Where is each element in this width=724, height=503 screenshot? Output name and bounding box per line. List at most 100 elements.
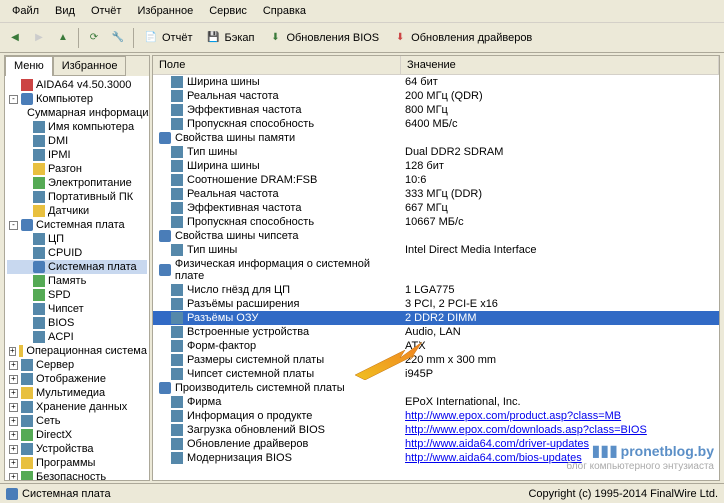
value-cell: 200 МГц (QDR) [401,90,719,102]
link[interactable]: http://www.epox.com/downloads.asp?class=… [405,424,647,436]
expander-icon[interactable]: + [9,417,18,426]
data-row[interactable]: Эффективная частота800 МГц [153,103,719,117]
tree-item[interactable]: +Хранение данных [7,400,147,414]
grid-body[interactable]: Ширина шины64 битРеальная частота200 МГц… [153,75,719,480]
tree-item[interactable]: IPMI [7,148,147,162]
tree-item[interactable]: Имя компьютера [7,120,147,134]
data-row[interactable]: Пропускная способность6400 МБ/с [153,117,719,131]
tree-item[interactable]: Электропитание [7,176,147,190]
data-row[interactable]: Ширина шины64 бит [153,75,719,89]
watermark-sub: блог компьютерного энтузиаста [566,461,714,472]
expander-icon[interactable]: + [9,361,18,370]
tree-item[interactable]: Память [7,274,147,288]
field-label: Число гнёзд для ЦП [187,284,290,296]
data-row[interactable]: Чипсет системной платыi945P [153,367,719,381]
data-row[interactable]: Загрузка обновлений BIOShttp://www.epox.… [153,423,719,437]
up-button[interactable]: ▲ [52,27,74,49]
expander-icon[interactable]: - [9,95,18,104]
tree-item[interactable]: Суммарная информация [7,106,147,120]
tree-item[interactable]: SPD [7,288,147,302]
tree-item[interactable]: -Компьютер [7,92,147,106]
data-row[interactable]: Соотношение DRAM:FSB10:6 [153,173,719,187]
menu-item[interactable]: Сервис [201,2,255,20]
tree-item[interactable]: +Программы [7,456,147,470]
expander-icon[interactable]: + [9,431,18,440]
tree-item[interactable]: +Отображение [7,372,147,386]
backup-button[interactable]: 💾Бэкап [200,27,260,49]
tree-item[interactable]: DMI [7,134,147,148]
data-row[interactable]: Тип шиныIntel Direct Media Interface [153,243,719,257]
menu-item[interactable]: Отчёт [83,2,129,20]
data-row[interactable]: Тип шиныDual DDR2 SDRAM [153,145,719,159]
data-row[interactable]: Встроенные устройстваAudio, LAN [153,325,719,339]
tree-item[interactable]: +Сеть [7,414,147,428]
column-field[interactable]: Поле [153,56,401,74]
data-row[interactable]: Реальная частота333 МГц (DDR) [153,187,719,201]
data-row[interactable]: Число гнёзд для ЦП1 LGA775 [153,283,719,297]
back-button[interactable]: ◀ [4,27,26,49]
tree-item[interactable]: AIDA64 v4.50.3000 [7,78,147,92]
tree-item[interactable]: +Устройства [7,442,147,456]
data-row[interactable]: Разъёмы расширения3 PCI, 2 PCI-E x16 [153,297,719,311]
tab-favorites[interactable]: Избранное [53,56,127,76]
bios-update-button[interactable]: ⬇Обновления BIOS [262,27,385,49]
menu-item[interactable]: Вид [47,2,83,20]
tree-item[interactable]: +Операционная система [7,344,147,358]
navigation-tree[interactable]: AIDA64 v4.50.3000-КомпьютерСуммарная инф… [5,76,149,480]
tools-button[interactable]: 🔧 [107,27,129,49]
section-row[interactable]: Физическая информация о системной плате [153,257,719,283]
expander-icon[interactable]: + [9,403,18,412]
tree-item-label: Безопасность [36,471,106,480]
column-value[interactable]: Значение [401,56,719,74]
expander-icon[interactable]: + [9,445,18,454]
tree-item[interactable]: CPUID [7,246,147,260]
data-row[interactable]: Пропускная способность10667 МБ/с [153,215,719,229]
link[interactable]: http://www.aida64.com/driver-updates [405,438,589,450]
data-row[interactable]: Реальная частота200 МГц (QDR) [153,89,719,103]
data-row[interactable]: Разъёмы ОЗУ2 DDR2 DIMM [153,311,719,325]
tree-item[interactable]: ЦП [7,232,147,246]
tree-item[interactable]: BIOS [7,316,147,330]
data-row[interactable]: ФирмаEPoX International, Inc. [153,395,719,409]
row-icon [171,340,183,352]
tree-item[interactable]: ACPI [7,330,147,344]
tree-item-label: Электропитание [48,177,132,189]
driver-update-button[interactable]: ⬇Обновления драйверов [387,27,538,49]
tab-menu[interactable]: Меню [5,56,53,76]
tree-item[interactable]: Разгон [7,162,147,176]
tree-item[interactable]: Системная плата [7,260,147,274]
link[interactable]: http://www.aida64.com/bios-updates [405,452,582,464]
forward-button[interactable]: ▶ [28,27,50,49]
report-button[interactable]: 📄Отчёт [138,27,198,49]
tree-item[interactable]: +Мультимедиа [7,386,147,400]
section-row[interactable]: Свойства шины памяти [153,131,719,145]
section-row[interactable]: Производитель системной платы [153,381,719,395]
tree-item[interactable]: Портативный ПК [7,190,147,204]
expander-icon[interactable]: + [9,473,18,481]
refresh-button[interactable]: ⟳ [83,27,105,49]
tree-item[interactable]: Датчики [7,204,147,218]
row-icon [171,174,183,186]
tree-item[interactable]: Чипсет [7,302,147,316]
report-label: Отчёт [162,32,192,44]
expander-icon[interactable]: + [9,375,18,384]
expander-icon[interactable]: + [9,347,16,356]
data-row[interactable]: Размеры системной платы220 mm x 300 mm [153,353,719,367]
tree-item[interactable]: +Сервер [7,358,147,372]
expander-icon[interactable]: + [9,389,18,398]
data-row[interactable]: Информация о продуктеhttp://www.epox.com… [153,409,719,423]
section-row[interactable]: Свойства шины чипсета [153,229,719,243]
expander-icon[interactable]: + [9,459,18,468]
node-icon [21,443,33,455]
menu-item[interactable]: Справка [255,2,314,20]
expander-icon[interactable]: - [9,221,18,230]
link[interactable]: http://www.epox.com/product.asp?class=MB [405,410,621,422]
data-row[interactable]: Эффективная частота667 МГц [153,201,719,215]
menu-item[interactable]: Избранное [129,2,201,20]
data-row[interactable]: Ширина шины128 бит [153,159,719,173]
tree-item[interactable]: +DirectX [7,428,147,442]
menu-item[interactable]: Файл [4,2,47,20]
tree-item[interactable]: -Системная плата [7,218,147,232]
data-row[interactable]: Форм-факторATX [153,339,719,353]
tree-item[interactable]: + Безопасность [7,470,147,480]
